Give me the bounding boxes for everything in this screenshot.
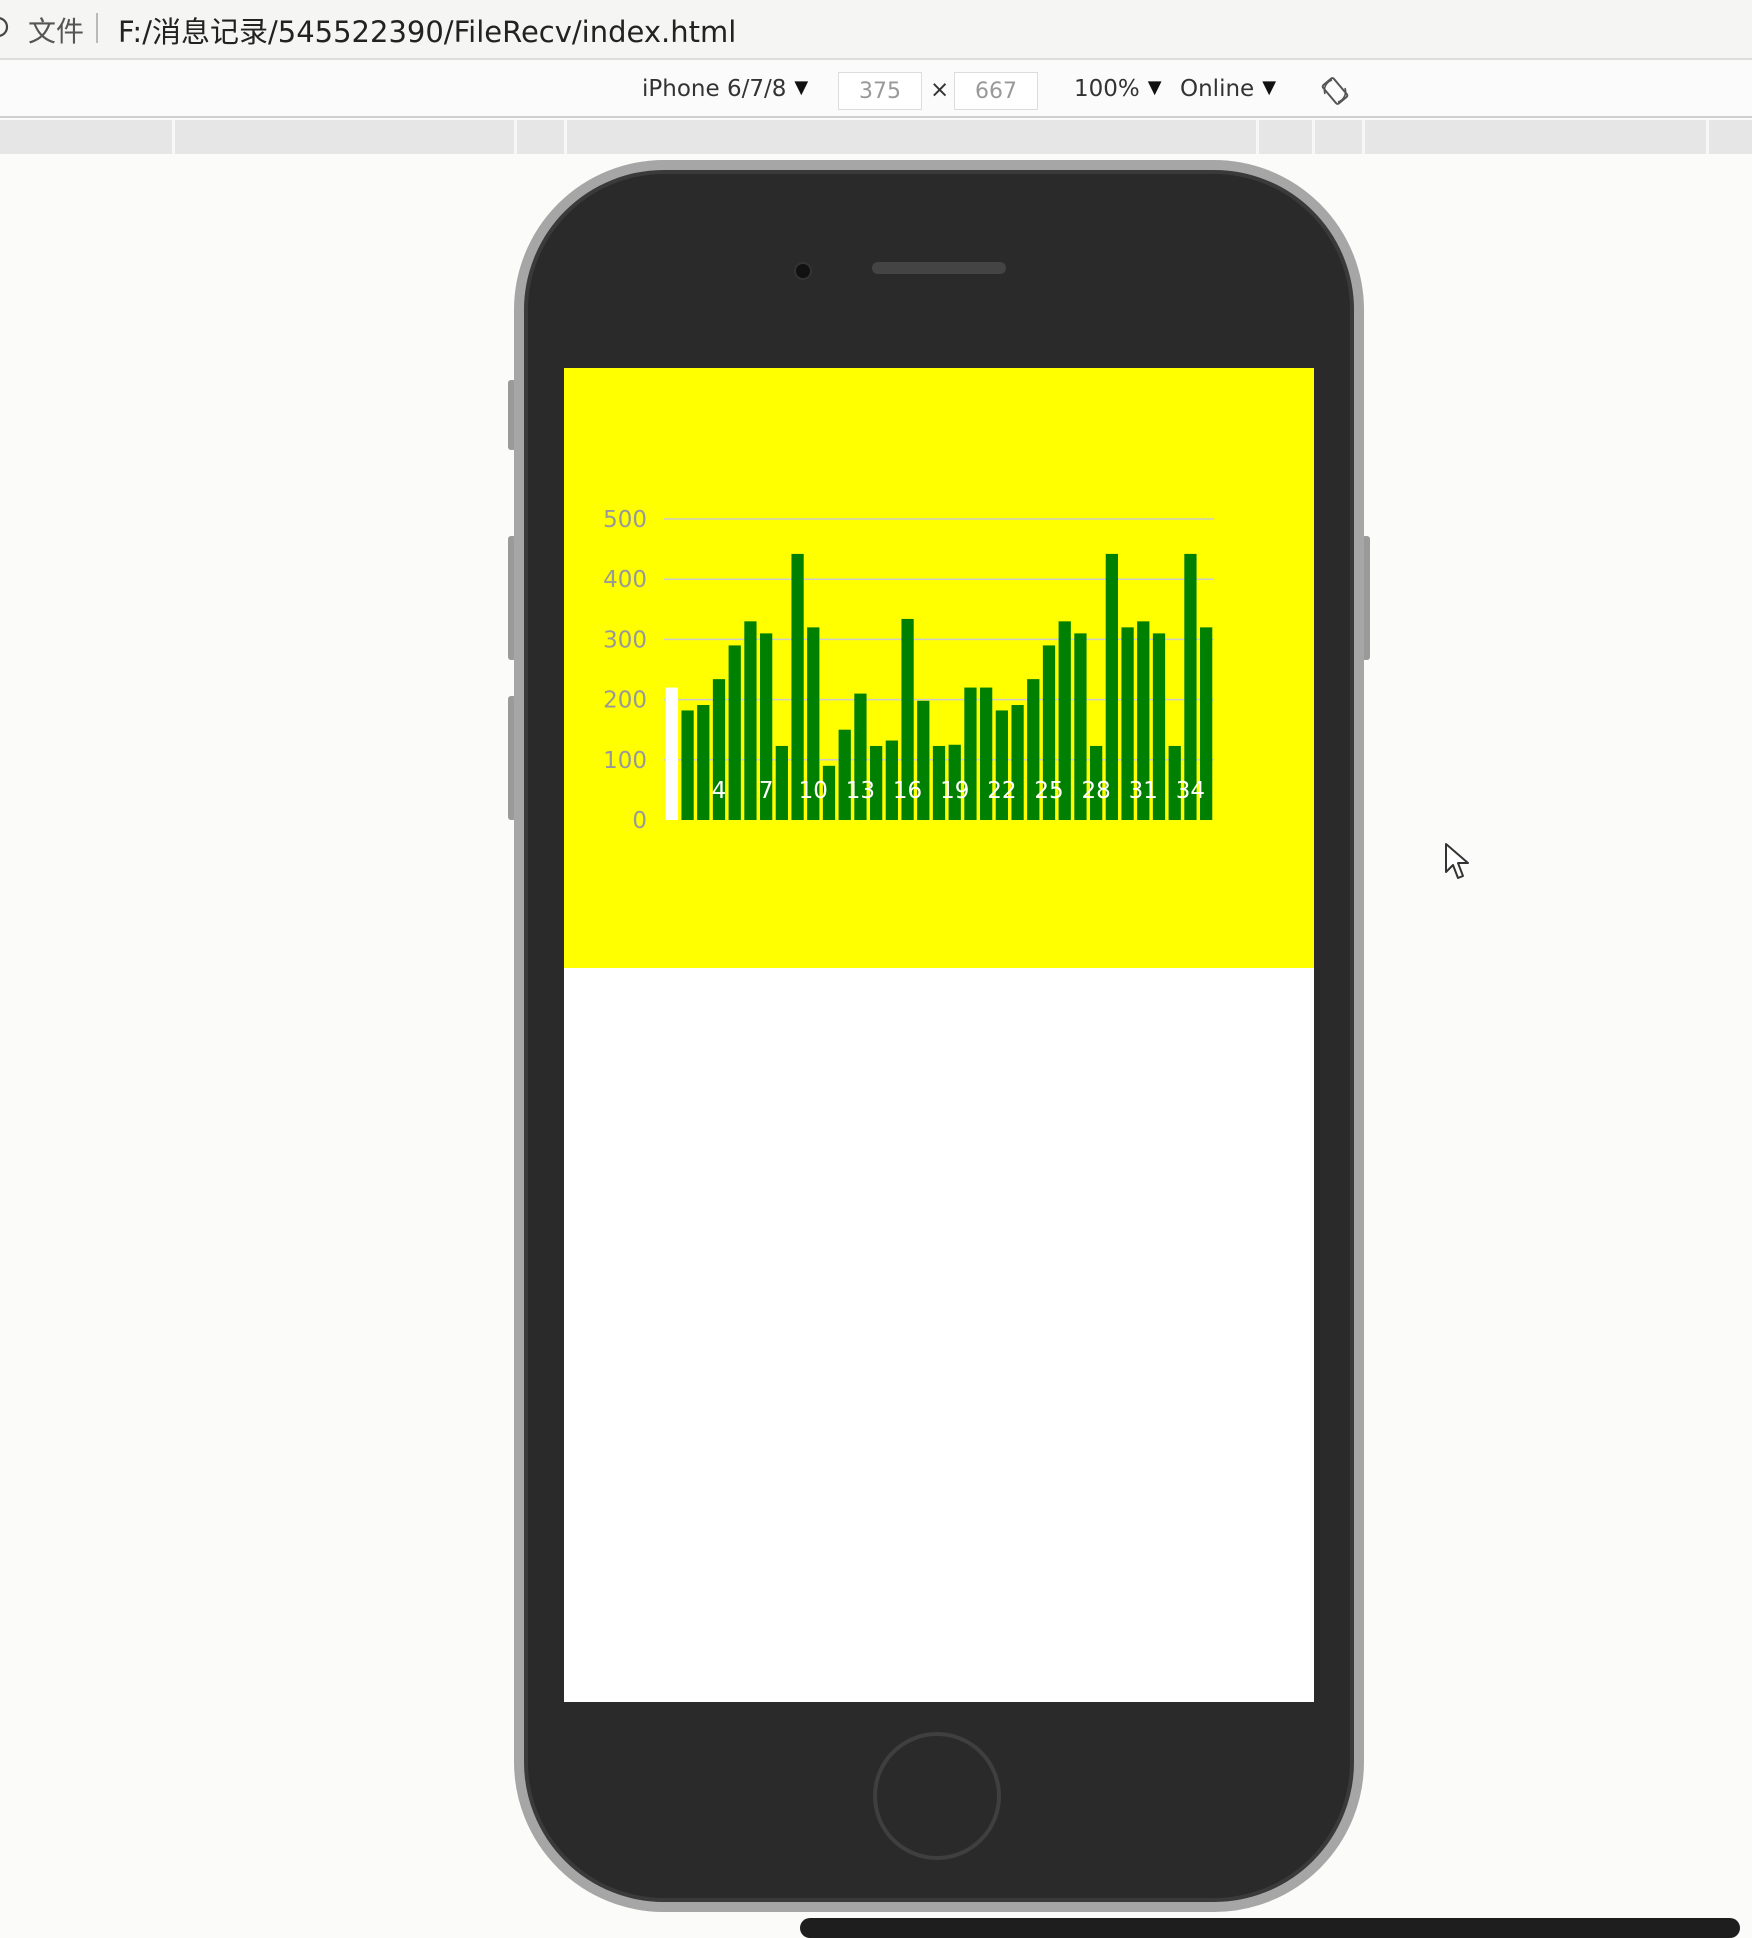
ruler-divider — [1312, 120, 1315, 154]
y-tick-label: 200 — [603, 688, 647, 714]
chevron-down-icon: ▼ — [1147, 77, 1162, 98]
bottom-scrollbar[interactable] — [800, 1918, 1740, 1938]
x-tick-label: 16 — [893, 778, 922, 804]
home-button — [873, 1732, 1001, 1860]
ruler-divider — [1362, 120, 1365, 154]
file-scheme-label: 文件 — [28, 15, 85, 48]
address-separator — [96, 13, 98, 43]
mouse-cursor-icon — [1445, 843, 1469, 879]
device-name: iPhone 6/7/8 — [642, 76, 787, 102]
y-tick-label: 500 — [603, 507, 647, 533]
x-tick-label: 34 — [1176, 778, 1205, 804]
x-tick-label: 19 — [940, 778, 969, 804]
x-tick-label: 13 — [846, 778, 875, 804]
throttling-value: Online — [1180, 76, 1255, 102]
x-tick-label: 7 — [759, 778, 774, 804]
front-camera — [794, 262, 812, 280]
y-tick-label: 300 — [603, 627, 647, 653]
ruler-divider — [564, 120, 567, 154]
rotate-icon[interactable] — [1320, 76, 1350, 106]
x-tick-label: 10 — [799, 778, 828, 804]
x-tick-label: 31 — [1129, 778, 1158, 804]
bar — [744, 621, 757, 820]
bar — [697, 705, 710, 820]
ruler-divider — [172, 120, 175, 154]
bar-chart: 0 100 200 300 400 500 4 7 10 13 16 19 22 25 28 31 34 — [603, 507, 1214, 834]
media-query-ruler[interactable] — [0, 120, 1752, 154]
zoom-value: 100% — [1074, 76, 1140, 102]
bar — [728, 645, 741, 820]
chart-panel: 0 100 200 300 400 500 4 7 10 13 16 19 22 25 28 31 34 — [564, 368, 1314, 968]
ruler-divider — [1706, 120, 1709, 154]
x-tick-label: 25 — [1034, 778, 1063, 804]
x-tick-label: 28 — [1082, 778, 1111, 804]
url-text[interactable]: F:/消息记录/545522390/FileRecv/index.html — [118, 9, 736, 51]
dimension-times-sign: × — [930, 77, 950, 103]
throttling-select[interactable]: Online ▼ — [1180, 76, 1276, 102]
y-tick-label: 100 — [603, 748, 647, 774]
reload-icon[interactable] — [0, 15, 10, 39]
bar — [775, 745, 788, 820]
zoom-select[interactable]: 100% ▼ — [1074, 76, 1162, 102]
y-tick-label: 0 — [632, 808, 647, 834]
y-tick-label: 400 — [603, 567, 647, 593]
x-tick-label: 4 — [712, 778, 727, 804]
ruler-divider — [514, 120, 517, 154]
ruler-divider — [1256, 120, 1259, 154]
device-toolbar: iPhone 6/7/8 ▼ × 100% ▼ Online ▼ — [0, 62, 1752, 118]
chevron-down-icon: ▼ — [794, 77, 809, 98]
device-select[interactable]: iPhone 6/7/8 ▼ — [642, 76, 808, 102]
chevron-down-icon: ▼ — [1262, 77, 1277, 98]
bar — [838, 729, 851, 820]
address-bar: 文件 F:/消息记录/545522390/FileRecv/index.html — [0, 0, 1752, 60]
bar — [665, 687, 678, 820]
device-width-input[interactable] — [838, 72, 922, 110]
phone-screen: 0 100 200 300 400 500 4 7 10 13 16 19 22 25 28 31 34 — [564, 368, 1314, 1702]
earpiece-speaker — [872, 262, 1006, 274]
device-height-input[interactable] — [954, 72, 1038, 110]
bar — [681, 710, 694, 820]
x-tick-label: 22 — [987, 778, 1016, 804]
